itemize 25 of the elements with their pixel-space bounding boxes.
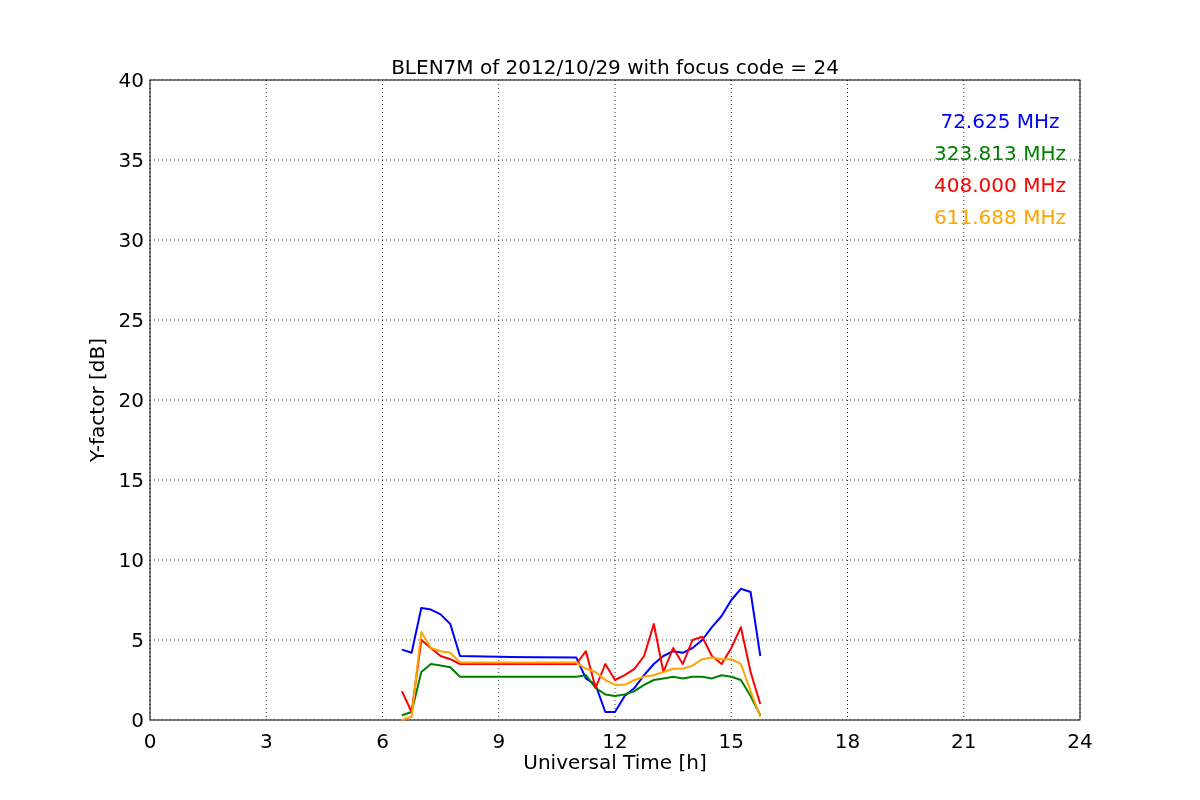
y-tick-label: 25 [118, 308, 144, 332]
y-tick-label: 35 [118, 148, 144, 172]
y-tick-label: 0 [131, 708, 144, 732]
chart-title: BLEN7M of 2012/10/29 with focus code = 24 [391, 55, 839, 79]
x-tick-label: 24 [1067, 729, 1093, 753]
legend-label: 611.688 MHz [934, 205, 1066, 229]
y-tick-label: 5 [131, 628, 144, 652]
y-tick-label: 40 [118, 68, 144, 92]
legend-label: 72.625 MHz [940, 109, 1060, 133]
x-tick-label: 21 [951, 729, 977, 753]
y-tick-label: 10 [118, 548, 144, 572]
y-tick-label: 30 [118, 228, 144, 252]
y-axis-label: Y-factor [dB] [85, 338, 109, 462]
legend-label: 408.000 MHz [934, 173, 1066, 197]
x-tick-label: 18 [834, 729, 861, 753]
x-tick-label: 15 [718, 729, 744, 753]
y-tick-label: 20 [118, 388, 144, 412]
x-tick-label: 6 [376, 729, 389, 753]
x-tick-label: 9 [492, 729, 506, 753]
x-tick-label: 0 [143, 729, 157, 753]
y-tick-label: 15 [118, 468, 144, 492]
x-axis-label: Universal Time [h] [523, 750, 707, 774]
x-tick-label: 12 [602, 729, 628, 753]
legend-label: 323.813 MHz [934, 141, 1066, 165]
x-tick-label: 3 [259, 729, 273, 753]
